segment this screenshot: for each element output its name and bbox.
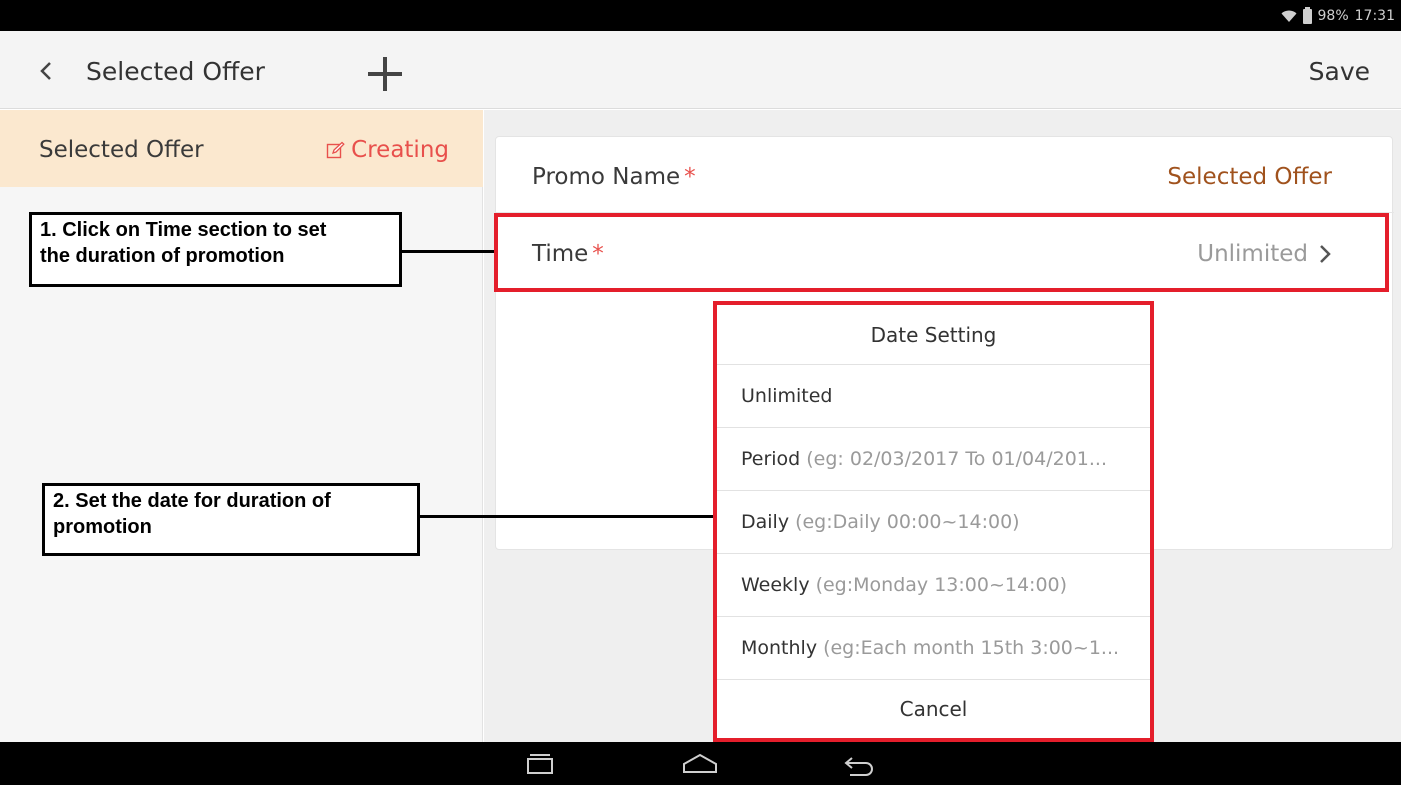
status-indicators: 98% 17:31 bbox=[1281, 6, 1395, 24]
edit-icon bbox=[326, 141, 345, 158]
offer-item-name: Selected Offer bbox=[39, 137, 204, 163]
required-mark: * bbox=[684, 164, 696, 190]
callout-text-line: 1. Click on Time section to set bbox=[40, 219, 327, 241]
save-button[interactable]: Save bbox=[1309, 57, 1370, 86]
wifi-icon bbox=[1281, 10, 1297, 22]
add-icon[interactable] bbox=[364, 53, 406, 95]
instruction-callout-step2: 2. Set the date for duration of promotio… bbox=[42, 483, 420, 556]
status-bar: 98% 17:31 bbox=[0, 0, 1401, 31]
callout-connector bbox=[402, 250, 494, 253]
back-nav-icon[interactable] bbox=[838, 750, 878, 778]
callout-text-line: the duration of promotion bbox=[40, 245, 285, 267]
page-title: Selected Offer bbox=[86, 57, 265, 86]
time-row-highlight bbox=[494, 213, 1389, 292]
promo-name-value: Selected Offer bbox=[1167, 164, 1332, 190]
clock: 17:31 bbox=[1354, 8, 1395, 24]
promo-name-label: Promo Name * bbox=[532, 164, 696, 190]
offer-list-item[interactable]: Selected Offer Creating bbox=[0, 110, 483, 187]
callout-text-line: 2. Set the date for duration of bbox=[53, 490, 331, 512]
recent-apps-icon[interactable] bbox=[520, 750, 560, 778]
instruction-callout-step1: 1. Click on Time section to set the dura… bbox=[29, 212, 402, 287]
system-nav-bar bbox=[0, 742, 1401, 785]
offer-item-status: Creating bbox=[326, 137, 449, 163]
battery-icon bbox=[1302, 6, 1312, 24]
offer-item-status-label: Creating bbox=[351, 137, 449, 163]
promo-name-row[interactable]: Promo Name * Selected Offer bbox=[496, 137, 1394, 213]
home-icon[interactable] bbox=[680, 750, 720, 778]
battery-level: 98% bbox=[1317, 8, 1349, 24]
back-arrow-icon[interactable] bbox=[28, 53, 64, 89]
app-bar: Selected Offer Save bbox=[0, 31, 1401, 109]
offer-list-panel: Selected Offer Creating bbox=[0, 110, 483, 742]
callout-text-line: promotion bbox=[53, 516, 152, 538]
callout-connector bbox=[420, 515, 713, 518]
dialog-highlight bbox=[713, 301, 1154, 742]
